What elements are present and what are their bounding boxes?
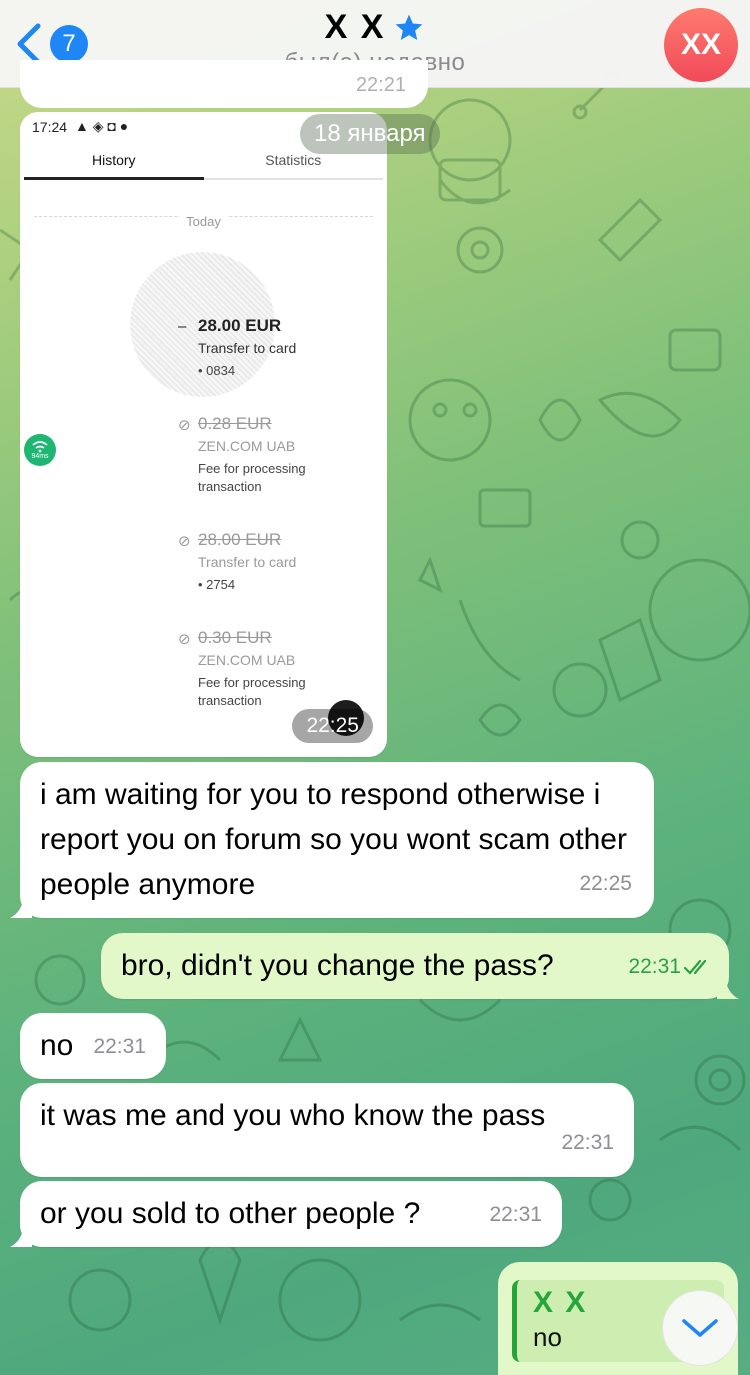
cancel-icon: ⊘ xyxy=(178,533,191,550)
message-bubble-incoming[interactable]: i am waiting for you to respond otherwis… xyxy=(10,762,654,918)
message-time: 22:31 xyxy=(489,1203,542,1226)
screenshot-status-time: 17:24 xyxy=(32,118,68,135)
message-time: 22:31 xyxy=(93,1035,146,1058)
star-icon xyxy=(396,14,423,40)
message-text: no xyxy=(40,1029,74,1062)
bubble-tail xyxy=(10,896,32,918)
screenshot-tab-history: History xyxy=(24,152,204,180)
transaction-detail: • 2754 xyxy=(198,577,236,592)
transaction-amount: 28.00 EUR xyxy=(198,530,282,549)
message-bubble-incoming[interactable]: no 22:31 xyxy=(20,1013,166,1079)
chat-title: X X xyxy=(324,8,386,46)
message-time: 22:25 xyxy=(579,872,632,895)
minus-icon: – xyxy=(178,318,187,335)
transaction-detail: Fee for processing transaction xyxy=(198,675,306,708)
transaction-amount: 28.00 EUR xyxy=(198,316,282,335)
message-time: 22:25 xyxy=(292,709,373,743)
transaction-title: Transfer to card xyxy=(198,554,297,570)
screenshot-tab-statistics: Statistics xyxy=(265,152,322,168)
transaction-item: ⊘ 0.28 EUR ZEN.COM UAB Fee for processin… xyxy=(178,414,348,496)
avatar[interactable]: XX xyxy=(664,8,738,82)
transaction-amount: 0.30 EUR xyxy=(198,628,272,647)
bubble-tail xyxy=(717,977,739,999)
screenshot-today-label: Today xyxy=(20,214,387,229)
transaction-title: ZEN.COM UAB xyxy=(198,652,296,668)
transaction-title: Transfer to card xyxy=(198,340,297,356)
cancel-icon: ⊘ xyxy=(178,417,191,434)
date-separator: 18 января xyxy=(300,114,440,154)
message-bubble-incoming[interactable]: or you sold to other people ? 22:31 xyxy=(10,1181,562,1247)
message-text: it was me and you who know the pass xyxy=(40,1099,546,1132)
message-bubble-outgoing[interactable]: bro, didn't you change the pass? 22:31 xyxy=(101,933,739,999)
message-time: 22:21 xyxy=(355,74,406,96)
message-bubble-incoming[interactable]: it was me and you who know the pass 22:3… xyxy=(20,1083,634,1177)
transaction-title: ZEN.COM UAB xyxy=(198,438,296,454)
transaction-item: ⊘ 0.30 EUR ZEN.COM UAB Fee for processin… xyxy=(178,628,348,710)
warning-icon: ▲ ◈ ◘ ● xyxy=(75,118,129,134)
message-text: i am waiting for you to respond otherwis… xyxy=(40,778,627,901)
screenshot-tabs: History Statistics xyxy=(24,152,383,180)
scroll-to-bottom-button[interactable] xyxy=(662,1290,738,1366)
message-time: 22:31 xyxy=(628,955,681,978)
transaction-item: ⊘ 28.00 EUR Transfer to card • 2754 xyxy=(178,530,297,594)
message-text: bro, didn't you change the pass? xyxy=(121,949,554,982)
chevron-down-icon xyxy=(682,1319,718,1337)
transaction-detail: Fee for processing transaction xyxy=(198,461,306,494)
wifi-icon: 94ms xyxy=(24,434,56,466)
message-text: or you sold to other people ? xyxy=(40,1197,421,1230)
transaction-item: – 28.00 EUR Transfer to card • 0834 xyxy=(178,316,297,380)
transaction-amount: 0.28 EUR xyxy=(198,414,272,433)
bubble-tail xyxy=(10,1225,32,1247)
ping-label: 94ms xyxy=(31,452,49,460)
transaction-detail: • 0834 xyxy=(198,363,236,378)
screenshot-status-bar: 17:24 ▲ ◈ ◘ ● xyxy=(32,118,128,135)
message-bubble-partial[interactable]: 22:21 xyxy=(20,60,428,108)
message-time: 22:31 xyxy=(561,1131,614,1154)
cancel-icon: ⊘ xyxy=(178,631,191,648)
double-check-icon xyxy=(683,959,707,975)
image-message[interactable]: 17:24 ▲ ◈ ◘ ● History Statistics Today –… xyxy=(20,112,387,757)
